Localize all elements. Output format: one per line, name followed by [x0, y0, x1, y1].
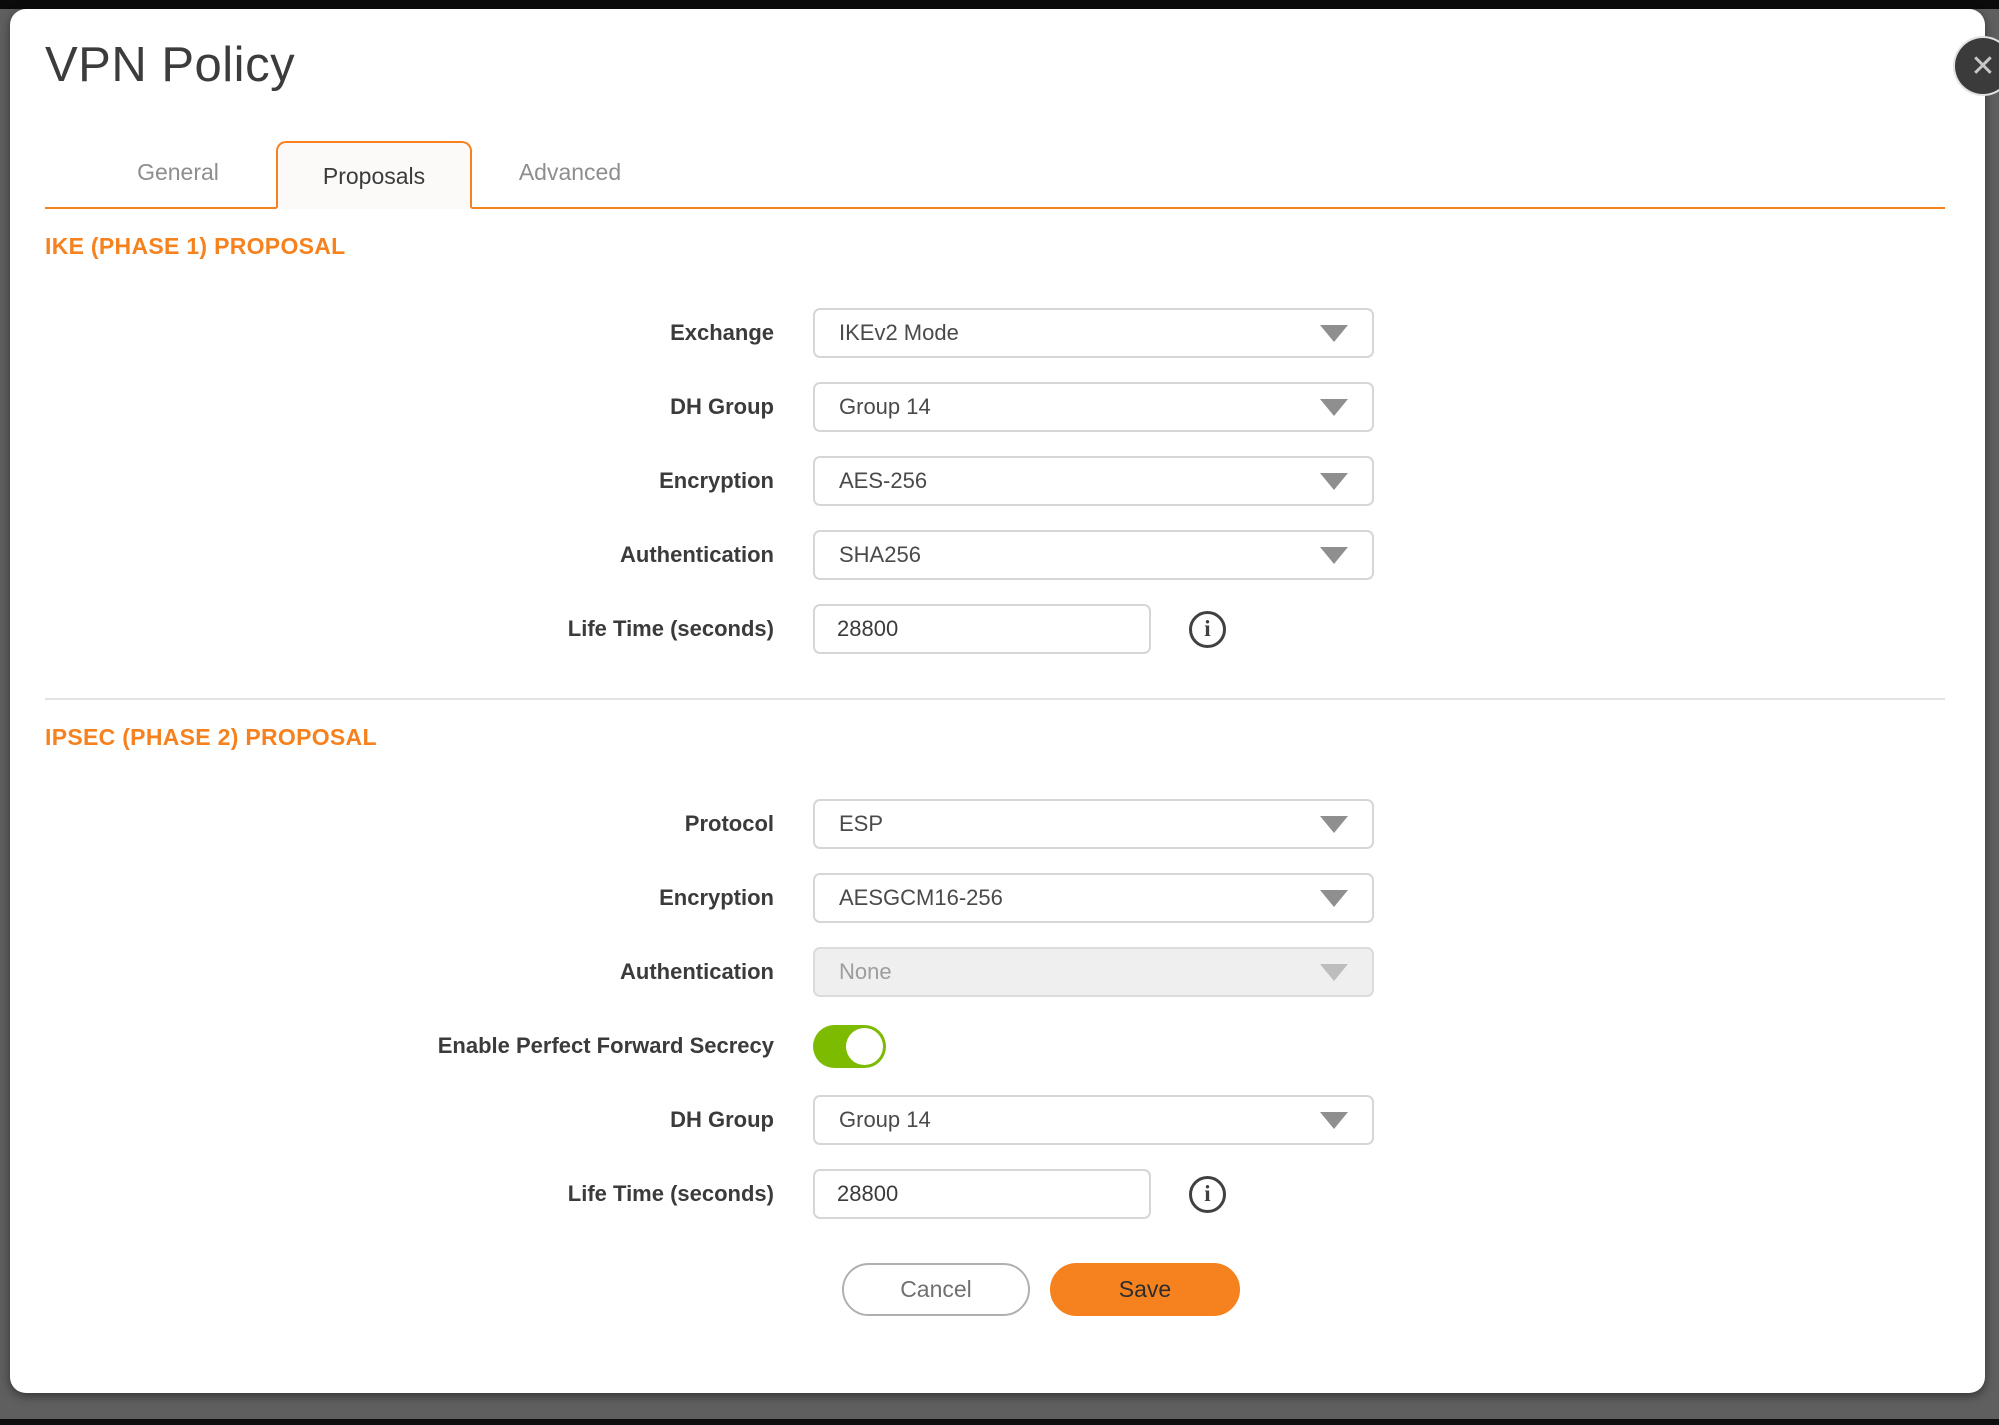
close-icon: ✕	[1970, 49, 1995, 84]
chevron-down-icon	[1320, 816, 1348, 833]
ipsec-authentication-select: None	[813, 947, 1374, 997]
ike-dh-group-row: DH Group Group 14	[45, 382, 1985, 432]
ike-dh-group-label: DH Group	[45, 394, 813, 420]
ike-authentication-label: Authentication	[45, 542, 813, 568]
pfs-row: Enable Perfect Forward Secrecy	[45, 1021, 1985, 1071]
tab-general[interactable]: General	[80, 139, 276, 207]
ike-encryption-selected-value: AES-256	[839, 468, 927, 494]
toggle-knob	[846, 1028, 883, 1065]
protocol-row: Protocol ESP	[45, 799, 1985, 849]
chevron-down-icon	[1320, 325, 1348, 342]
footer-actions: Cancel Save	[45, 1263, 1985, 1316]
vpn-policy-dialog: VPN Policy General Proposals Advanced IK…	[10, 9, 1985, 1393]
protocol-label: Protocol	[45, 811, 813, 837]
chevron-down-icon	[1320, 399, 1348, 416]
ipsec-authentication-label: Authentication	[45, 959, 813, 985]
ipsec-phase2-heading: IPSEC (PHASE 2) PROPOSAL	[45, 724, 1985, 751]
info-icon[interactable]: i	[1189, 1176, 1226, 1213]
ike-dh-group-selected-value: Group 14	[839, 394, 931, 420]
chevron-down-icon	[1320, 1112, 1348, 1129]
ipsec-encryption-row: Encryption AESGCM16-256	[45, 873, 1985, 923]
window-top-edge	[0, 0, 1999, 9]
chevron-down-icon	[1320, 473, 1348, 490]
chevron-down-icon	[1320, 890, 1348, 907]
exchange-selected-value: IKEv2 Mode	[839, 320, 959, 346]
ipsec-encryption-label: Encryption	[45, 885, 813, 911]
chevron-down-icon	[1320, 964, 1348, 981]
protocol-selected-value: ESP	[839, 811, 883, 837]
protocol-select[interactable]: ESP	[813, 799, 1374, 849]
ike-phase1-form: Exchange IKEv2 Mode DH Group Group 14 En…	[45, 308, 1985, 654]
window-bottom-edge	[0, 1419, 1999, 1425]
ike-authentication-select[interactable]: SHA256	[813, 530, 1374, 580]
exchange-select[interactable]: IKEv2 Mode	[813, 308, 1374, 358]
ipsec-phase2-form: Protocol ESP Encryption AESGCM16-256 Aut…	[45, 799, 1985, 1219]
section-divider	[45, 698, 1945, 700]
page-title: VPN Policy	[45, 37, 1985, 93]
exchange-label: Exchange	[45, 320, 813, 346]
ike-phase1-heading: IKE (PHASE 1) PROPOSAL	[45, 233, 1985, 260]
ipsec-life-time-input[interactable]	[813, 1169, 1151, 1219]
ike-life-time-label: Life Time (seconds)	[45, 616, 813, 642]
ike-encryption-select[interactable]: AES-256	[813, 456, 1374, 506]
ipsec-encryption-selected-value: AESGCM16-256	[839, 885, 1003, 911]
pfs-label: Enable Perfect Forward Secrecy	[45, 1033, 813, 1059]
ipsec-dh-group-label: DH Group	[45, 1107, 813, 1133]
ike-authentication-row: Authentication SHA256	[45, 530, 1985, 580]
pfs-toggle[interactable]	[813, 1025, 886, 1068]
ipsec-authentication-selected-value: None	[839, 959, 892, 985]
ike-encryption-row: Encryption AES-256	[45, 456, 1985, 506]
tab-proposals[interactable]: Proposals	[276, 141, 472, 209]
tab-bar: General Proposals Advanced	[45, 139, 1945, 209]
tab-advanced[interactable]: Advanced	[472, 139, 668, 207]
ike-life-time-input[interactable]	[813, 604, 1151, 654]
ipsec-dh-group-select[interactable]: Group 14	[813, 1095, 1374, 1145]
exchange-row: Exchange IKEv2 Mode	[45, 308, 1985, 358]
ipsec-encryption-select[interactable]: AESGCM16-256	[813, 873, 1374, 923]
ipsec-authentication-row: Authentication None	[45, 947, 1985, 997]
ipsec-dh-group-row: DH Group Group 14	[45, 1095, 1985, 1145]
ike-encryption-label: Encryption	[45, 468, 813, 494]
ipsec-life-time-label: Life Time (seconds)	[45, 1181, 813, 1207]
ike-dh-group-select[interactable]: Group 14	[813, 382, 1374, 432]
ipsec-life-time-row: Life Time (seconds) i	[45, 1169, 1985, 1219]
save-button[interactable]: Save	[1050, 1263, 1240, 1316]
chevron-down-icon	[1320, 547, 1348, 564]
ike-life-time-row: Life Time (seconds) i	[45, 604, 1985, 654]
ike-authentication-selected-value: SHA256	[839, 542, 921, 568]
ipsec-dh-group-selected-value: Group 14	[839, 1107, 931, 1133]
info-icon[interactable]: i	[1189, 611, 1226, 648]
cancel-button[interactable]: Cancel	[842, 1263, 1030, 1316]
